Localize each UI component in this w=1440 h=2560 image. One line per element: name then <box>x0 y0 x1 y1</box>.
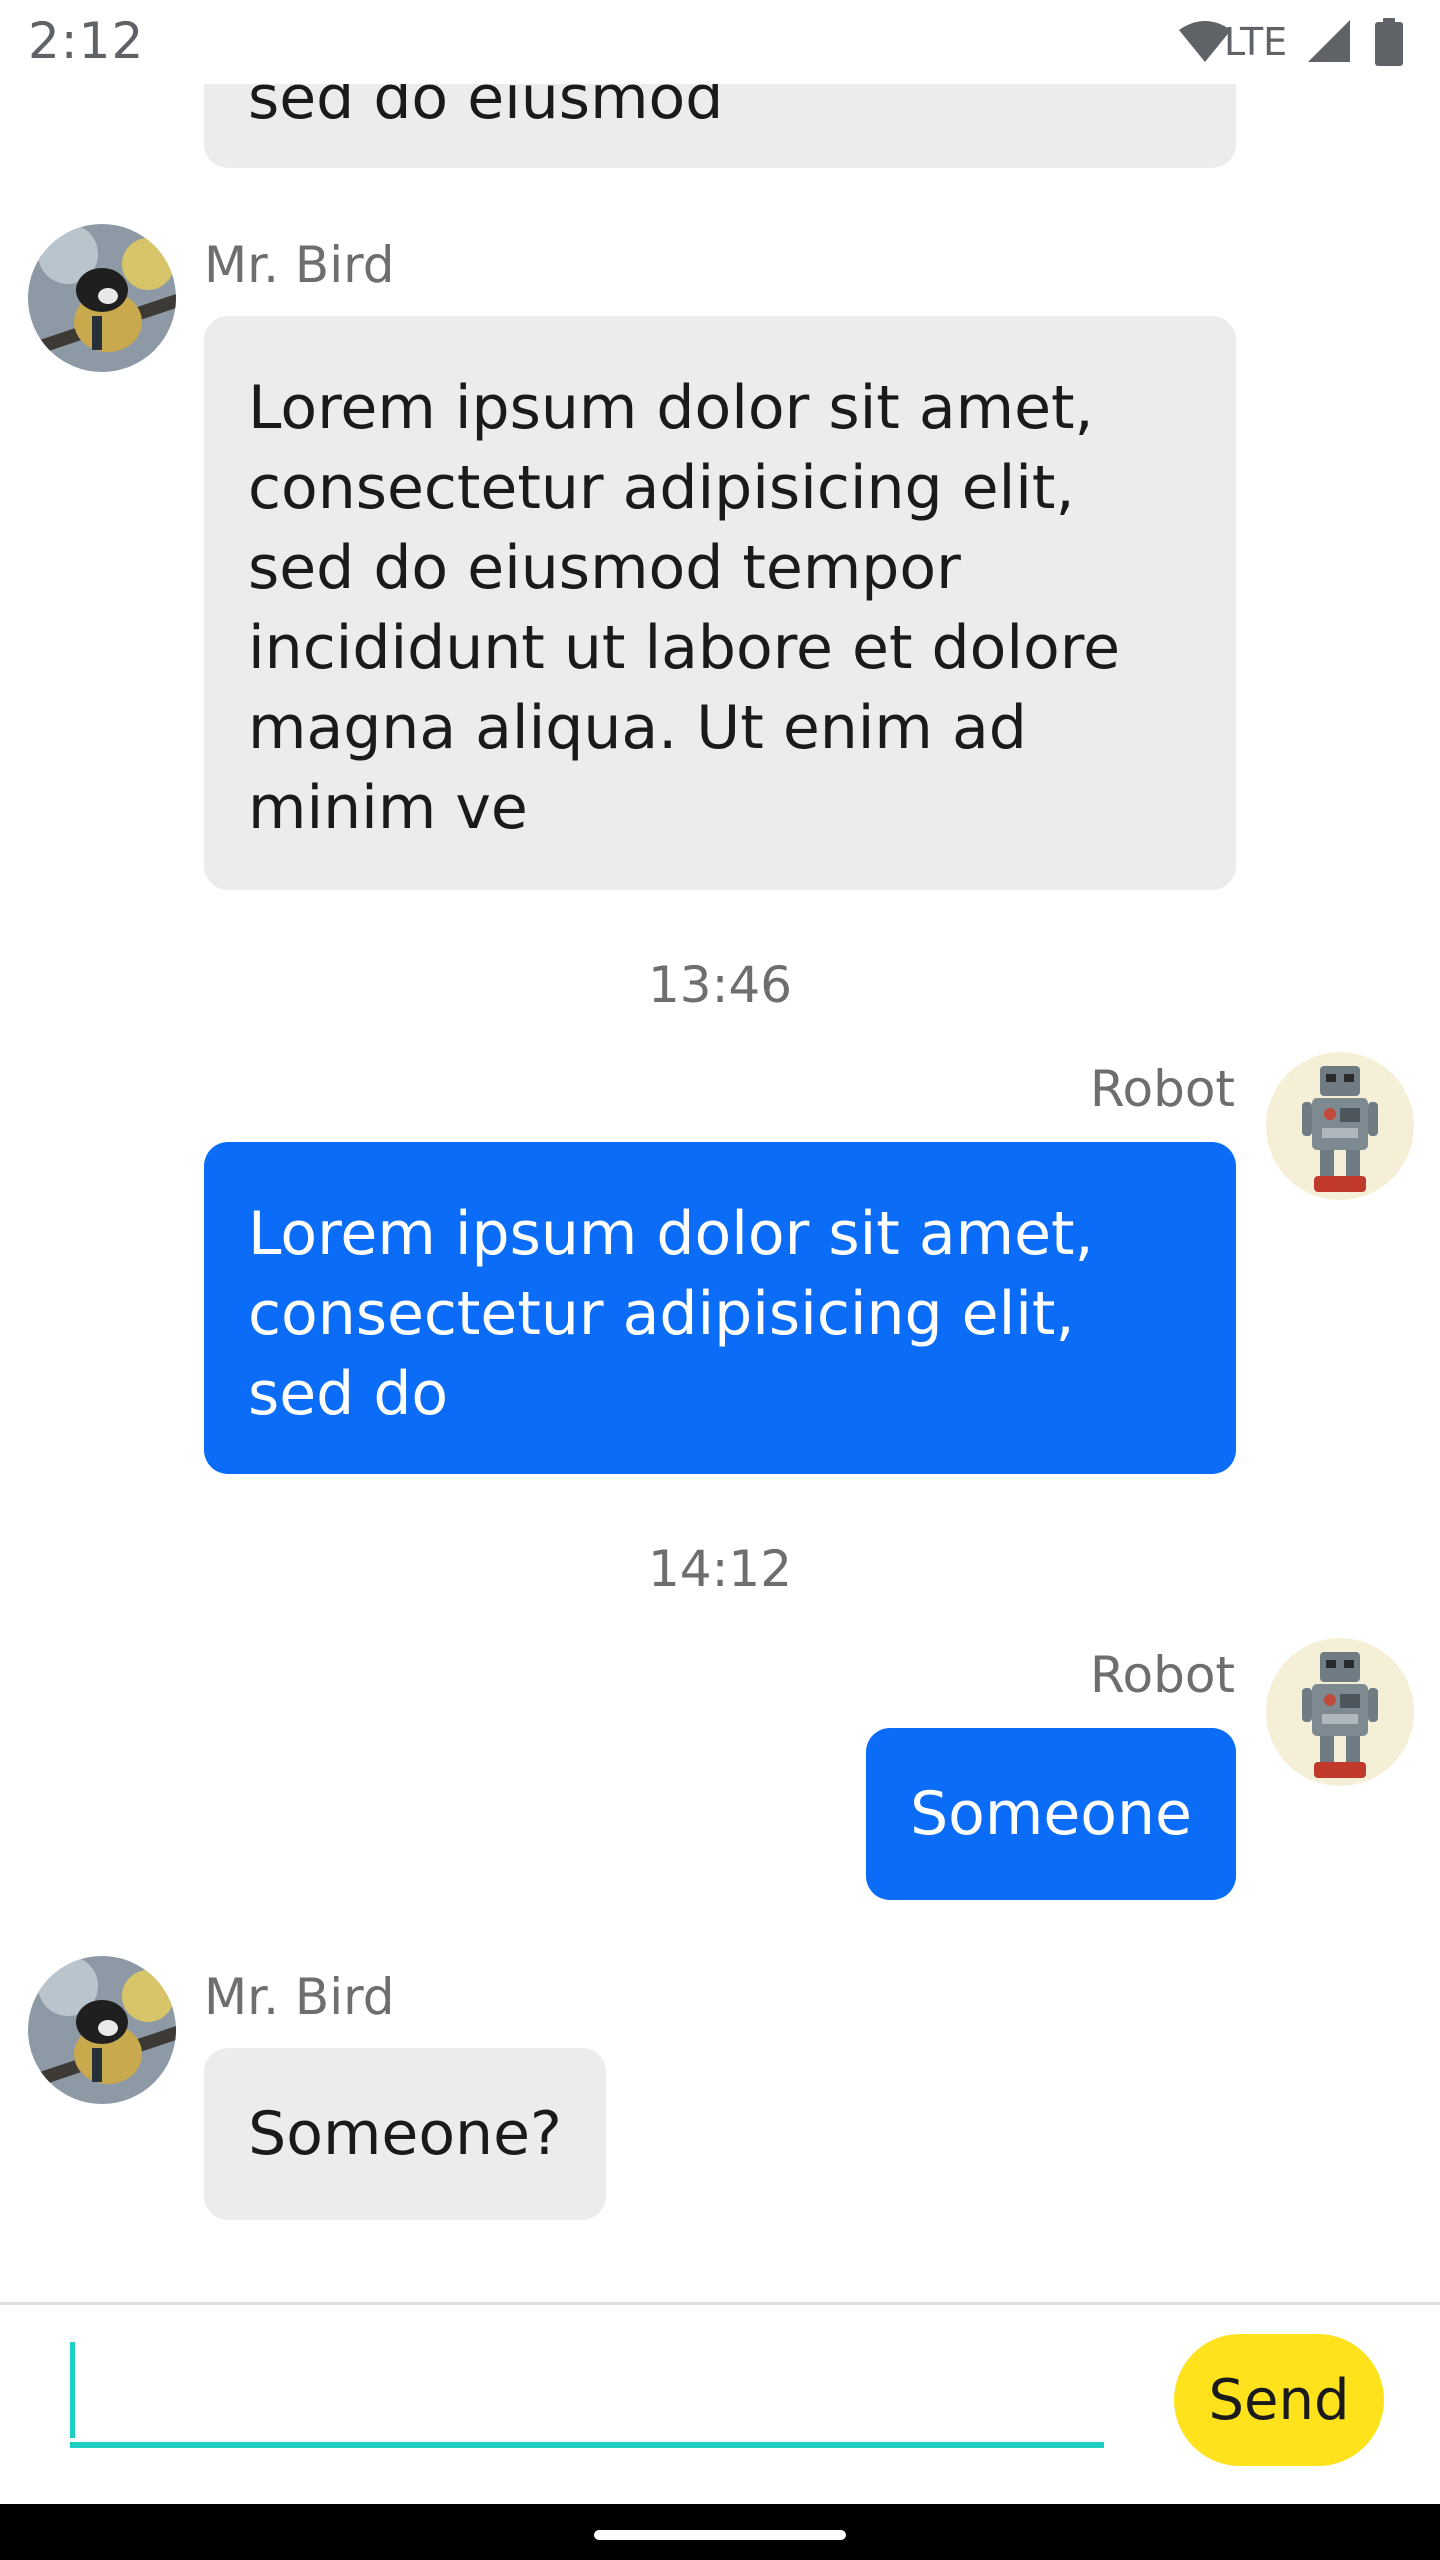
message-bubble-incoming[interactable]: Lorem ipsum dolor sit amet, consectetur … <box>204 316 1236 890</box>
avatar-mr-bird[interactable] <box>28 224 176 372</box>
avatar-mr-bird[interactable] <box>28 1956 176 2104</box>
timestamp: 14:12 <box>647 1540 793 1598</box>
message-text: Someone? <box>248 2099 562 2169</box>
avatar-robot[interactable] <box>1266 1638 1414 1786</box>
network-type: LTE <box>1224 20 1288 64</box>
message-bubble-outgoing[interactable]: Lorem ipsum dolor sit amet, consectetur … <box>204 1142 1236 1474</box>
sender-name: Mr. Bird <box>204 236 395 294</box>
composer-divider <box>0 2302 1440 2305</box>
timestamp: 13:46 <box>647 956 793 1014</box>
chat-screen: 2:12 LTE sed do eiusmod Mr. Bird Lorem i… <box>0 0 1440 2560</box>
status-bar: 2:12 LTE <box>0 0 1440 84</box>
message-bubble-incoming[interactable]: Someone? <box>204 2048 606 2220</box>
bird-avatar-icon <box>28 224 176 372</box>
sender-name: Robot <box>1090 1646 1236 1704</box>
robot-avatar-icon <box>1266 1052 1414 1200</box>
status-time: 2:12 <box>28 12 145 70</box>
text-cursor <box>70 2342 75 2438</box>
sender-name: Robot <box>1090 1060 1236 1118</box>
robot-avatar-icon <box>1266 1638 1414 1786</box>
message-text: Lorem ipsum dolor sit amet, consectetur … <box>248 373 1120 843</box>
message-text: Someone <box>910 1779 1192 1849</box>
message-bubble-outgoing[interactable]: Someone <box>866 1728 1236 1900</box>
bird-avatar-icon <box>28 1956 176 2104</box>
avatar-robot[interactable] <box>1266 1052 1414 1200</box>
message-text: Lorem ipsum dolor sit amet, consectetur … <box>248 1199 1094 1429</box>
signal-icon <box>1308 20 1350 62</box>
battery-icon <box>1375 18 1403 66</box>
message-input[interactable] <box>70 2336 1104 2448</box>
sender-name: Mr. Bird <box>204 1968 395 2026</box>
send-button[interactable]: Send <box>1174 2334 1384 2466</box>
home-handle[interactable] <box>594 2530 846 2540</box>
